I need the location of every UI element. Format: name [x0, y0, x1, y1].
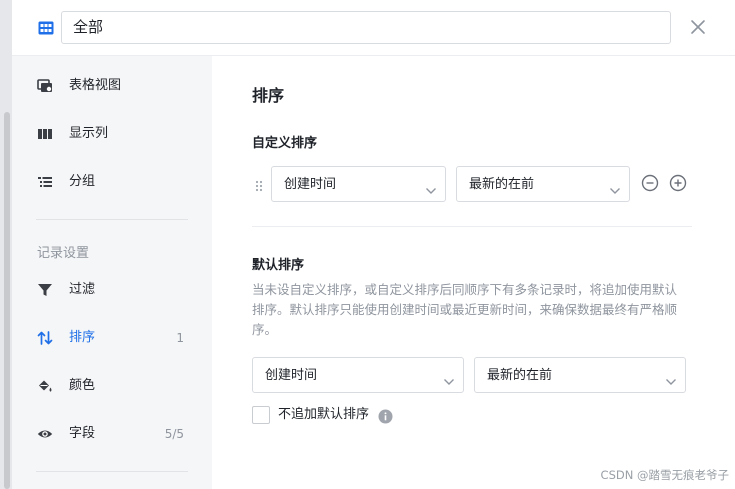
view-settings-panel: 全部 表格视图 显示列 分组 记录设置 过滤 排序 1 颜色 字段 5/5 排序… — [12, 0, 735, 489]
chevron-down-icon — [665, 371, 677, 385]
default-sort-description: 当未设自定义排序，或自定义排序后同顺序下有多条记录时，将追加使用默认排序。默认排… — [252, 282, 678, 337]
section-divider — [252, 226, 692, 227]
sidebar-item-label: 字段 — [69, 426, 96, 441]
drag-handle-icon[interactable] — [255, 177, 263, 192]
sort-count-badge: 1 — [176, 331, 184, 345]
sidebar-item-fields[interactable]: 字段 5/5 — [12, 414, 212, 454]
sidebar-item-sort[interactable]: 排序 1 — [12, 318, 212, 358]
view-name-input[interactable]: 全部 — [61, 11, 671, 44]
page-title: 排序 — [252, 86, 285, 105]
chevron-down-icon — [425, 180, 437, 194]
no-default-sort-checkbox[interactable] — [252, 406, 270, 424]
sidebar-item-filter[interactable]: 过滤 — [12, 270, 212, 310]
sidebar-item-label: 分组 — [69, 174, 96, 189]
table-view-icon — [37, 78, 53, 94]
select-value: 最新的在前 — [487, 368, 553, 383]
eye-icon — [37, 426, 53, 442]
select-value: 最新的在前 — [469, 177, 535, 192]
add-sort-icon[interactable] — [669, 174, 687, 192]
no-default-sort-label[interactable]: 不追加默认排序 — [278, 406, 369, 424]
filter-icon — [37, 282, 53, 298]
sidebar-divider — [36, 219, 188, 220]
sidebar-item-label: 颜色 — [69, 378, 96, 393]
default-sort-order-select[interactable]: 最新的在前 — [474, 357, 686, 393]
sidebar-item-label: 过滤 — [69, 282, 96, 297]
default-sort-field-select[interactable]: 创建时间 — [252, 357, 464, 393]
table-grid-icon — [38, 20, 54, 35]
remove-sort-icon[interactable] — [641, 174, 659, 192]
sidebar-item-color[interactable]: 颜色 — [12, 366, 212, 406]
custom-sort-order-select[interactable]: 最新的在前 — [456, 166, 630, 202]
left-scrollbar[interactable] — [4, 112, 10, 489]
select-value: 创建时间 — [265, 368, 318, 383]
sidebar-item-label: 显示列 — [69, 126, 109, 141]
sidebar-item-table-view[interactable]: 表格视图 — [12, 66, 212, 106]
select-value: 创建时间 — [284, 177, 337, 192]
custom-sort-title: 自定义排序 — [252, 136, 318, 151]
sidebar-divider — [36, 471, 188, 472]
panel-header: 全部 — [12, 0, 735, 56]
watermark: CSDN @踏雪无痕老爷子 — [600, 468, 729, 482]
default-sort-title: 默认排序 — [252, 258, 305, 273]
sidebar-item-group[interactable]: 分组 — [12, 162, 212, 202]
record-settings-title: 记录设置 — [37, 246, 90, 261]
columns-icon — [37, 126, 53, 142]
info-icon[interactable] — [378, 409, 393, 424]
chevron-down-icon — [609, 180, 621, 194]
sidebar-item-label: 排序 — [69, 330, 96, 345]
paint-bucket-icon — [37, 378, 53, 394]
chevron-down-icon — [443, 371, 455, 385]
sort-icon — [37, 330, 53, 346]
fields-count-badge: 5/5 — [164, 427, 184, 441]
settings-sidebar: 表格视图 显示列 分组 记录设置 过滤 排序 1 颜色 字段 5/5 — [12, 56, 212, 489]
sidebar-item-label: 表格视图 — [69, 78, 122, 93]
close-icon[interactable] — [688, 17, 708, 37]
sort-settings: 排序 自定义排序 创建时间 最新的在前 默认排序 当未设自定义排序，或自定义排序… — [212, 56, 735, 489]
group-list-icon — [37, 174, 53, 190]
custom-sort-field-select[interactable]: 创建时间 — [271, 166, 446, 202]
sidebar-item-columns[interactable]: 显示列 — [12, 114, 212, 154]
